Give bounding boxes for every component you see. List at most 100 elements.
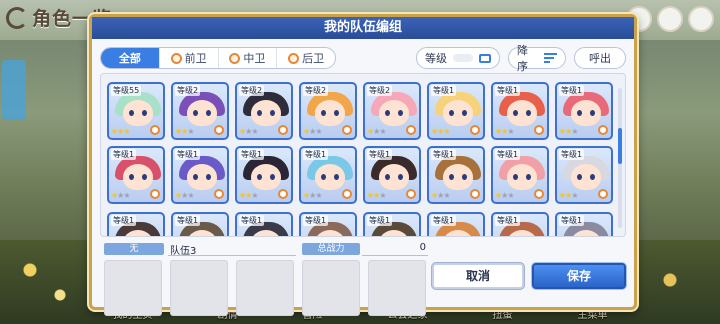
character-level: 等级1 xyxy=(111,149,137,160)
character-card[interactable]: 等级1★★★ xyxy=(427,212,485,236)
character-eye xyxy=(142,110,147,116)
filter-tab-back[interactable]: 后卫 xyxy=(277,48,335,68)
star-rating: ★★★ xyxy=(239,191,259,200)
character-card[interactable]: 等级55 ★★★ xyxy=(107,82,165,140)
role-badge-icon xyxy=(342,125,352,135)
character-card[interactable]: 等级2 ★★★ xyxy=(235,82,293,140)
level-sort-button[interactable]: 等级 xyxy=(416,47,500,69)
character-eye xyxy=(590,110,595,116)
character-eye xyxy=(129,174,134,180)
character-card[interactable]: 等级1★★★ xyxy=(491,212,549,236)
role-badge-icon xyxy=(214,189,224,199)
party-name-underline xyxy=(168,255,296,256)
character-level: 等级1 xyxy=(559,85,585,96)
character-card[interactable]: 等级1 ★★★ xyxy=(107,146,165,204)
roster-scrollbar[interactable] xyxy=(618,88,622,228)
role-badge-icon xyxy=(278,189,288,199)
character-eye xyxy=(526,174,531,180)
character-card[interactable]: 等级1★★★ xyxy=(555,82,613,140)
character-face xyxy=(443,100,473,126)
party-slot-3[interactable] xyxy=(236,260,294,316)
character-card[interactable]: 等级2 ★★★ xyxy=(171,82,229,140)
character-eye xyxy=(590,174,595,180)
character-eye xyxy=(577,110,582,116)
character-card[interactable]: 等级2 ★★★ xyxy=(299,82,357,140)
filter-tab-label: 后卫 xyxy=(302,52,325,65)
character-face xyxy=(507,100,537,126)
character-card[interactable]: 等级1★★★ xyxy=(171,212,229,236)
character-eye xyxy=(449,110,454,116)
character-eye xyxy=(513,110,518,116)
character-card[interactable]: 等级1★★★ xyxy=(299,212,357,236)
star-icon: ★ xyxy=(251,191,258,200)
star-rating: ★★★ xyxy=(111,191,131,200)
character-card[interactable]: 等级1★★★ xyxy=(171,146,229,204)
roster-scroll-thumb[interactable] xyxy=(618,128,622,164)
star-rating: ★★★ xyxy=(495,127,515,136)
star-icon: ★ xyxy=(571,127,578,136)
character-face xyxy=(571,164,601,190)
character-eye xyxy=(577,174,582,180)
character-card[interactable]: 等级1★★★ xyxy=(363,146,421,204)
character-card[interactable]: 等级1 ★★★ xyxy=(491,146,549,204)
character-card[interactable]: 等级1★★★ xyxy=(107,212,165,236)
character-card[interactable]: 等级1 ★★★ xyxy=(555,146,613,204)
character-roster-grid: 等级55 ★★★ 等级2 ★★★ 等级2 ★★★ 等级2 ★★★ 等级2 ★★★ 等级1 ★★★ 等级1… xyxy=(100,73,626,237)
role-badge-icon xyxy=(150,125,160,135)
character-eye xyxy=(334,110,339,116)
character-card[interactable]: 等级1 ★★★ xyxy=(491,82,549,140)
character-level: 等级1 xyxy=(495,149,521,160)
star-rating: ★★★ xyxy=(559,191,579,200)
character-eye xyxy=(462,174,467,180)
role-badge-icon xyxy=(278,125,288,135)
character-level: 等级1 xyxy=(431,85,457,96)
character-face xyxy=(443,164,473,190)
star-rating: ★★★ xyxy=(367,127,387,136)
character-level: 等级1 xyxy=(175,215,201,226)
character-card[interactable]: 等级1★★★ xyxy=(235,146,293,204)
party-slot-2[interactable] xyxy=(170,260,228,316)
character-eye xyxy=(206,174,211,180)
character-level: 等级55 xyxy=(111,85,142,96)
star-rating: ★★★ xyxy=(303,191,323,200)
star-icon: ★ xyxy=(187,191,194,200)
character-card[interactable]: 等级1★★★ xyxy=(363,212,421,236)
call-out-button[interactable]: 呼出 xyxy=(574,47,626,69)
filter-tab-front[interactable]: 前卫 xyxy=(160,48,219,68)
party-slot-5[interactable] xyxy=(368,260,426,316)
character-eye xyxy=(334,174,339,180)
character-level: 等级1 xyxy=(431,215,457,226)
filter-tab-middle[interactable]: 中卫 xyxy=(219,48,278,68)
character-level: 等级1 xyxy=(175,149,201,160)
star-icon: ★ xyxy=(443,127,450,136)
character-card[interactable]: 等级1★★★ xyxy=(427,146,485,204)
character-card[interactable]: 等级2 ★★★ xyxy=(363,82,421,140)
role-badge-icon xyxy=(470,125,480,135)
back-role-icon xyxy=(288,52,300,64)
cancel-button[interactable]: 取消 xyxy=(432,263,524,289)
star-rating: ★★★ xyxy=(495,191,515,200)
party-slot-1[interactable] xyxy=(104,260,162,316)
level-bar xyxy=(453,54,473,62)
character-eye xyxy=(321,174,326,180)
character-card[interactable]: 等级1★★★ xyxy=(427,82,485,140)
character-card[interactable]: 等级1★★★ xyxy=(235,212,293,236)
role-badge-icon xyxy=(598,125,608,135)
character-eye xyxy=(257,110,262,116)
character-level: 等级2 xyxy=(175,85,201,96)
character-eye xyxy=(398,110,403,116)
filter-tab-all[interactable]: 全部 xyxy=(101,48,160,68)
front-role-icon xyxy=(170,52,182,64)
star-rating: ★★★ xyxy=(175,127,195,136)
character-card[interactable]: 等级1★★★ xyxy=(555,212,613,236)
party-slot-4[interactable] xyxy=(302,260,360,316)
save-button[interactable]: 保存 xyxy=(532,263,626,289)
character-level: 等级1 xyxy=(111,215,137,226)
character-face xyxy=(571,100,601,126)
role-badge-icon xyxy=(598,189,608,199)
character-level: 等级1 xyxy=(495,85,521,96)
character-level: 等级1 xyxy=(559,149,585,160)
character-card[interactable]: 等级1★★★ xyxy=(299,146,357,204)
sort-order-button[interactable]: 降序 xyxy=(508,44,566,73)
level-label: 等级 xyxy=(425,52,447,65)
